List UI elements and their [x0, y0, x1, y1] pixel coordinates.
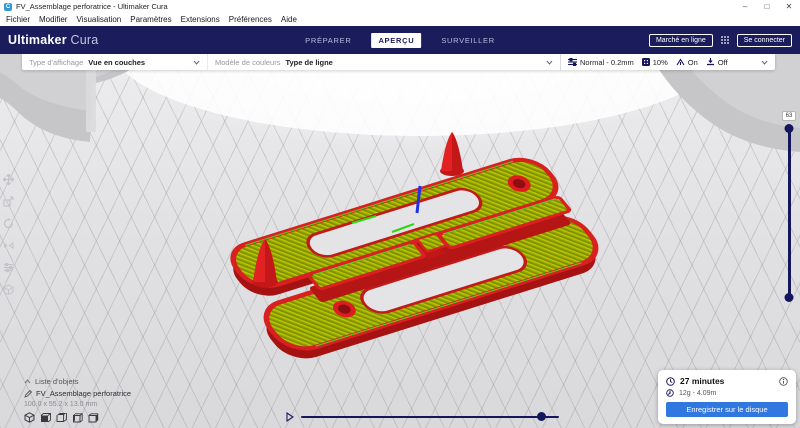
adhesion-setting: Off: [706, 58, 728, 67]
support-value: On: [687, 57, 698, 67]
object-list: Liste d'objets FV_Assemblage perforatric…: [24, 377, 131, 423]
tool-column: [3, 174, 14, 295]
tab-apercu[interactable]: APERÇU: [371, 32, 422, 48]
material-usage: 12g - 4.09m: [679, 389, 717, 397]
chevron-down-icon: [193, 60, 200, 65]
cura-logo-icon: C: [4, 2, 12, 11]
support-icon: [676, 58, 685, 66]
rotate-icon[interactable]: [3, 218, 14, 229]
menu-extensions[interactable]: Extensions: [181, 15, 220, 24]
infill-value: 10%: [652, 57, 668, 67]
model-pin-back: [440, 132, 464, 176]
display-type-value: Vue en couches: [88, 57, 146, 67]
app-header: Ultimaker Cura PRÉPARER APERÇU SURVEILLE…: [0, 26, 800, 54]
maximize-button[interactable]: □: [756, 0, 778, 13]
menu-preferences[interactable]: Préférences: [229, 15, 272, 24]
profile-sliders-icon: [568, 58, 577, 66]
color-scheme-label: Modèle de couleurs: [215, 57, 281, 67]
layer-slider-upper-handle[interactable]: [784, 124, 794, 133]
object-dimensions: 100.0 x 55.2 x 13.0 mm: [24, 401, 98, 408]
display-type-label: Type d'affichage: [29, 57, 84, 67]
print-time: 27 minutes: [680, 376, 725, 386]
layer-slider[interactable]: 63: [781, 111, 797, 302]
print-settings-panel[interactable]: Normal - 0.2mm 10% On Off: [560, 54, 775, 70]
clock-icon: [666, 376, 675, 386]
play-icon[interactable]: [286, 412, 294, 422]
brand-bold: Ultimaker: [8, 33, 67, 47]
object-list-toggle[interactable]: Liste d'objets: [24, 377, 131, 386]
view-3d-icon[interactable]: [24, 412, 35, 423]
view-right-icon[interactable]: [88, 412, 99, 423]
chevron-up-icon: [24, 379, 31, 384]
viewport-3d[interactable]: Type d'affichage Vue en couches Modèle d…: [0, 54, 800, 428]
marketplace-button[interactable]: Marché en ligne: [648, 33, 713, 47]
object-list-item[interactable]: FV_Assemblage perforatrice: [24, 389, 131, 398]
simulation-slider: [286, 412, 559, 422]
view-left-icon[interactable]: [72, 412, 83, 423]
stage-tabs: PRÉPARER APERÇU SURVEILLER: [298, 32, 502, 48]
support-blocker-icon[interactable]: [3, 284, 14, 295]
adhesion-value: Off: [717, 57, 728, 67]
support-setting: On: [676, 58, 698, 67]
material-icon: [666, 389, 674, 397]
menu-visualisation[interactable]: Visualisation: [76, 15, 121, 24]
chevron-down-icon[interactable]: [761, 60, 768, 65]
window-controls: – □ ✕: [734, 0, 800, 13]
layer-value-label: 63: [782, 111, 796, 121]
scale-icon[interactable]: [3, 196, 14, 207]
brand-logo: Ultimaker Cura: [8, 33, 98, 47]
simulation-slider-handle[interactable]: [537, 412, 546, 422]
infill-icon: [641, 58, 650, 66]
app-grid-icon[interactable]: [720, 35, 730, 45]
window-title: FV_Assemblage perforatrice - Ultimaker C…: [16, 2, 168, 11]
close-button[interactable]: ✕: [778, 0, 800, 13]
title-bar: C FV_Assemblage perforatrice - Ultimaker…: [0, 0, 800, 13]
simulation-slider-track[interactable]: [301, 412, 559, 422]
chevron-down-icon: [546, 60, 553, 65]
pencil-icon: [24, 389, 32, 398]
info-icon[interactable]: [779, 376, 788, 386]
menu-bar: Fichier Modifier Visualisation Paramètre…: [0, 13, 800, 26]
camera-view-presets: [24, 412, 131, 423]
per-model-settings-icon[interactable]: [3, 262, 14, 273]
sign-in-button[interactable]: Se connecter: [736, 33, 792, 47]
menu-parametres[interactable]: Paramètres: [130, 15, 171, 24]
object-list-label: Liste d'objets: [35, 377, 79, 386]
brand-light: Cura: [70, 33, 99, 47]
menu-fichier[interactable]: Fichier: [6, 15, 30, 24]
object-name: FV_Assemblage perforatrice: [36, 389, 132, 398]
minimize-button[interactable]: –: [734, 0, 756, 13]
layer-slider-lower-handle[interactable]: [784, 293, 794, 302]
tab-surveiller[interactable]: SURVEILLER: [434, 33, 502, 48]
menu-modifier[interactable]: Modifier: [39, 15, 67, 24]
tab-preparer[interactable]: PRÉPARER: [298, 33, 358, 48]
mirror-icon[interactable]: [3, 240, 14, 251]
adhesion-icon: [706, 58, 714, 66]
header-right: Marché en ligne Se connecter: [648, 33, 792, 47]
save-to-disk-button[interactable]: Enregistrer sur le disque: [666, 402, 788, 417]
profile-setting: Normal - 0.2mm: [568, 58, 634, 67]
layer-slider-track[interactable]: [784, 124, 794, 302]
print-summary-card: 27 minutes 12g - 4.09m Enregistrer sur l…: [658, 370, 796, 424]
color-scheme-dropdown[interactable]: Modèle de couleurs Type de ligne: [208, 54, 560, 70]
view-top-icon[interactable]: [56, 412, 67, 423]
move-icon[interactable]: [3, 174, 14, 185]
menu-aide[interactable]: Aide: [281, 15, 297, 24]
color-scheme-value: Type de ligne: [285, 57, 333, 67]
infill-setting: 10%: [641, 57, 668, 67]
profile-value: Normal - 0.2mm: [580, 57, 634, 67]
view-front-icon[interactable]: [40, 412, 51, 423]
display-type-dropdown[interactable]: Type d'affichage Vue en couches: [22, 54, 208, 70]
view-settings-toolbar: Type d'affichage Vue en couches Modèle d…: [22, 54, 775, 70]
